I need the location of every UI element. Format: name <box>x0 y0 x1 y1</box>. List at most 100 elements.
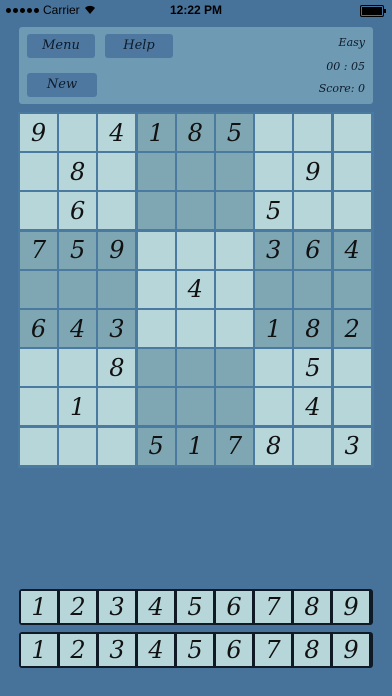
board-cell[interactable] <box>59 114 97 151</box>
board-cell[interactable] <box>59 270 97 308</box>
number-key[interactable]: 8 <box>294 634 330 666</box>
board-cell[interactable]: 1 <box>176 427 214 465</box>
board-cell[interactable] <box>255 114 293 151</box>
board-cell[interactable] <box>216 388 253 426</box>
board-cell[interactable]: 3 <box>333 427 371 465</box>
board-cell[interactable]: 4 <box>294 388 332 426</box>
number-key[interactable]: 6 <box>216 591 252 623</box>
new-game-button[interactable]: New <box>27 73 97 97</box>
board-cell[interactable]: 5 <box>137 427 175 465</box>
board-cell[interactable] <box>333 270 371 308</box>
number-key[interactable]: 2 <box>60 591 96 623</box>
help-button[interactable]: Help <box>105 34 173 58</box>
board-cell[interactable]: 7 <box>216 427 253 465</box>
board-cell[interactable]: 4 <box>333 231 371 269</box>
number-key[interactable]: 2 <box>60 634 96 666</box>
board-cell[interactable] <box>137 192 175 230</box>
board-cell[interactable] <box>176 192 214 230</box>
number-key[interactable]: 9 <box>333 634 369 666</box>
number-key[interactable]: 7 <box>255 634 291 666</box>
board-cell[interactable] <box>176 153 214 191</box>
board-cell[interactable] <box>20 270 57 308</box>
board-cell[interactable]: 4 <box>59 310 97 347</box>
board-cell[interactable] <box>333 192 371 230</box>
board-cell[interactable] <box>255 349 293 387</box>
board-cell[interactable] <box>255 153 293 191</box>
number-key[interactable]: 3 <box>99 634 135 666</box>
board-cell[interactable] <box>98 270 136 308</box>
board-cell[interactable] <box>176 310 214 347</box>
board-cell[interactable] <box>294 427 332 465</box>
menu-button[interactable]: Menu <box>27 34 95 58</box>
board-cell[interactable] <box>216 270 253 308</box>
board-cell[interactable] <box>137 388 175 426</box>
board-cell[interactable] <box>333 349 371 387</box>
board-cell[interactable] <box>137 310 175 347</box>
board-cell[interactable]: 5 <box>59 231 97 269</box>
board-cell[interactable] <box>294 192 332 230</box>
board-cell[interactable]: 8 <box>176 114 214 151</box>
board-cell[interactable] <box>137 153 175 191</box>
board-cell[interactable] <box>98 388 136 426</box>
board-cell[interactable] <box>20 427 57 465</box>
board-cell[interactable] <box>176 349 214 387</box>
number-key[interactable]: 1 <box>21 634 57 666</box>
board-cell[interactable]: 3 <box>98 310 136 347</box>
board-cell[interactable] <box>137 270 175 308</box>
board-cell[interactable] <box>98 192 136 230</box>
board-cell[interactable]: 5 <box>255 192 293 230</box>
board-cell[interactable]: 5 <box>294 349 332 387</box>
board-cell[interactable] <box>333 153 371 191</box>
board-cell[interactable] <box>255 388 293 426</box>
board-cell[interactable] <box>20 192 57 230</box>
board-cell[interactable]: 4 <box>176 270 214 308</box>
number-key[interactable]: 4 <box>138 591 174 623</box>
number-key[interactable]: 9 <box>333 591 369 623</box>
board-cell[interactable] <box>216 349 253 387</box>
board-cell[interactable] <box>216 153 253 191</box>
board-cell[interactable]: 5 <box>216 114 253 151</box>
number-key[interactable]: 7 <box>255 591 291 623</box>
board-cell[interactable] <box>176 231 214 269</box>
board-cell[interactable] <box>216 231 253 269</box>
board-cell[interactable]: 1 <box>59 388 97 426</box>
board-cell[interactable]: 8 <box>294 310 332 347</box>
board-cell[interactable] <box>137 349 175 387</box>
board-cell[interactable] <box>20 388 57 426</box>
board-cell[interactable]: 9 <box>294 153 332 191</box>
board-cell[interactable] <box>20 349 57 387</box>
board-cell[interactable]: 8 <box>59 153 97 191</box>
board-cell[interactable] <box>255 270 293 308</box>
number-key[interactable]: 4 <box>138 634 174 666</box>
board-cell[interactable]: 9 <box>20 114 57 151</box>
board-cell[interactable]: 6 <box>294 231 332 269</box>
number-key[interactable]: 5 <box>177 591 213 623</box>
board-cell[interactable]: 3 <box>255 231 293 269</box>
board-cell[interactable]: 8 <box>98 349 136 387</box>
board-cell[interactable] <box>294 270 332 308</box>
board-cell[interactable] <box>333 114 371 151</box>
board-cell[interactable] <box>59 349 97 387</box>
board-cell[interactable] <box>20 153 57 191</box>
number-key[interactable]: 5 <box>177 634 213 666</box>
board-cell[interactable]: 6 <box>20 310 57 347</box>
board-cell[interactable] <box>216 192 253 230</box>
board-cell[interactable]: 4 <box>98 114 136 151</box>
board-cell[interactable] <box>216 310 253 347</box>
board-cell[interactable] <box>59 427 97 465</box>
board-cell[interactable]: 6 <box>59 192 97 230</box>
board-cell[interactable] <box>98 153 136 191</box>
board-cell[interactable] <box>98 427 136 465</box>
board-cell[interactable]: 8 <box>255 427 293 465</box>
number-key[interactable]: 6 <box>216 634 252 666</box>
board-cell[interactable] <box>176 388 214 426</box>
board-cell[interactable]: 7 <box>20 231 57 269</box>
board-cell[interactable]: 2 <box>333 310 371 347</box>
number-key[interactable]: 1 <box>21 591 57 623</box>
board-cell[interactable]: 1 <box>137 114 175 151</box>
number-key[interactable]: 3 <box>99 591 135 623</box>
board-cell[interactable] <box>294 114 332 151</box>
board-cell[interactable]: 9 <box>98 231 136 269</box>
number-key[interactable]: 8 <box>294 591 330 623</box>
board-cell[interactable]: 1 <box>255 310 293 347</box>
